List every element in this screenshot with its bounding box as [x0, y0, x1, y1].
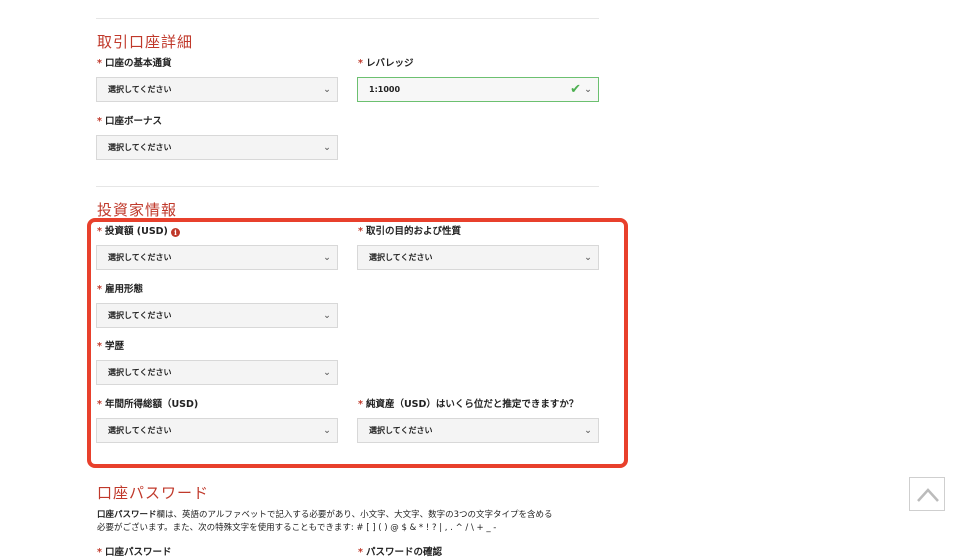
chevron-down-icon: ⌄	[584, 85, 592, 95]
annual-income-label: * 年間所得総額（USD)	[97, 399, 198, 411]
chevron-down-icon: ⌄	[323, 311, 331, 321]
leverage-value: 1:1000	[369, 85, 401, 94]
section-title-investor-info: 投資家情報	[97, 201, 178, 219]
required-mark: *	[97, 284, 102, 295]
password-label: * 口座パスワード	[97, 544, 171, 558]
required-mark: *	[97, 547, 102, 558]
chevron-down-icon: ⌄	[323, 426, 331, 436]
password-label-text: 口座パスワード	[104, 547, 172, 558]
required-mark: *	[97, 399, 102, 410]
check-icon: ✔	[570, 82, 581, 97]
chevron-down-icon: ⌄	[323, 85, 331, 95]
bonus-label-text: 口座ボーナス	[104, 116, 162, 127]
required-mark: *	[97, 116, 102, 127]
top-divider	[96, 18, 599, 19]
password-rules-bold: 口座パスワード	[97, 510, 157, 520]
base-currency-select[interactable]: 選択してください ⌄	[96, 77, 338, 102]
leverage-label: * レバレッジ	[358, 58, 413, 70]
leverage-label-text: レバレッジ	[365, 58, 414, 69]
required-mark: *	[358, 547, 363, 558]
base-currency-label: * 口座の基本通貨	[97, 58, 171, 70]
employment-label: * 雇用形態	[97, 284, 143, 296]
bonus-label: * 口座ボーナス	[97, 116, 162, 128]
password-rules-line2: 必要がございます。また、次の特殊文字を使用することもできます: # [ ] ( …	[97, 523, 497, 533]
chevron-down-icon: ⌄	[323, 368, 331, 378]
education-select[interactable]: 選択してください ⌄	[96, 360, 338, 385]
required-mark: *	[358, 58, 363, 69]
confirm-password-label-text: パスワードの確認	[365, 547, 442, 558]
leverage-select[interactable]: 1:1000 ✔ ⌄	[357, 77, 599, 102]
required-mark: *	[358, 399, 363, 410]
chevron-down-icon: ⌄	[584, 426, 592, 436]
trading-purpose-select[interactable]: 選択してください ⌄	[357, 245, 599, 270]
scroll-to-top-button[interactable]	[909, 477, 945, 511]
investment-amount-label-text: 投資額 (USD)	[104, 226, 168, 237]
investment-amount-label: * 投資額 (USD) i	[97, 226, 180, 238]
annual-income-select[interactable]: 選択してください ⌄	[96, 418, 338, 443]
annual-income-label-text: 年間所得総額（USD)	[104, 399, 199, 410]
investment-amount-value: 選択してください	[108, 253, 172, 262]
employment-value: 選択してください	[108, 311, 172, 320]
chevron-down-icon: ⌄	[323, 253, 331, 263]
confirm-password-label: * パスワードの確認	[358, 544, 442, 558]
info-icon[interactable]: i	[170, 227, 180, 237]
chevron-down-icon: ⌄	[584, 253, 592, 263]
investment-amount-select[interactable]: 選択してください ⌄	[96, 245, 338, 270]
bonus-value: 選択してください	[108, 143, 172, 152]
annual-income-value: 選択してください	[108, 426, 172, 435]
chevron-down-icon: ⌄	[323, 143, 331, 153]
bonus-select[interactable]: 選択してください ⌄	[96, 135, 338, 160]
required-mark: *	[358, 226, 363, 237]
section-divider	[96, 186, 599, 187]
base-currency-value: 選択してください	[108, 85, 172, 94]
base-currency-label-text: 口座の基本通貨	[104, 58, 172, 69]
education-value: 選択してください	[108, 368, 172, 377]
education-label-text: 学歴	[104, 341, 124, 352]
required-mark: *	[97, 341, 102, 352]
password-rules-text: 口座パスワード欄は、英語のアルファベットで記入する必要があり、小文字、大文字、数…	[97, 509, 607, 535]
required-mark: *	[97, 226, 102, 237]
password-rules-line1: 口座パスワード欄は、英語のアルファベットで記入する必要があり、小文字、大文字、数…	[97, 509, 607, 522]
password-rules-line1-text: 欄は、英語のアルファベットで記入する必要があり、小文字、大文字、数字の3つの文字…	[156, 510, 553, 520]
education-label: * 学歴	[97, 341, 124, 353]
trading-purpose-value: 選択してください	[369, 253, 433, 262]
section-title-trading-account: 取引口座詳細	[97, 33, 194, 51]
required-mark: *	[97, 58, 102, 69]
employment-select[interactable]: 選択してください ⌄	[96, 303, 338, 328]
net-worth-select[interactable]: 選択してください ⌄	[357, 418, 599, 443]
employment-label-text: 雇用形態	[104, 284, 143, 295]
trading-purpose-label: * 取引の目的および性質	[358, 226, 461, 238]
net-worth-value: 選択してください	[369, 426, 433, 435]
section-title-account-password: 口座パスワード	[97, 484, 210, 502]
trading-purpose-label-text: 取引の目的および性質	[365, 226, 461, 237]
net-worth-label: * 純資産（USD）はいくら位だと推定できますか？	[358, 399, 578, 411]
net-worth-label-text: 純資産（USD）はいくら位だと推定できますか？	[365, 399, 579, 410]
chevron-up-icon	[917, 488, 939, 502]
